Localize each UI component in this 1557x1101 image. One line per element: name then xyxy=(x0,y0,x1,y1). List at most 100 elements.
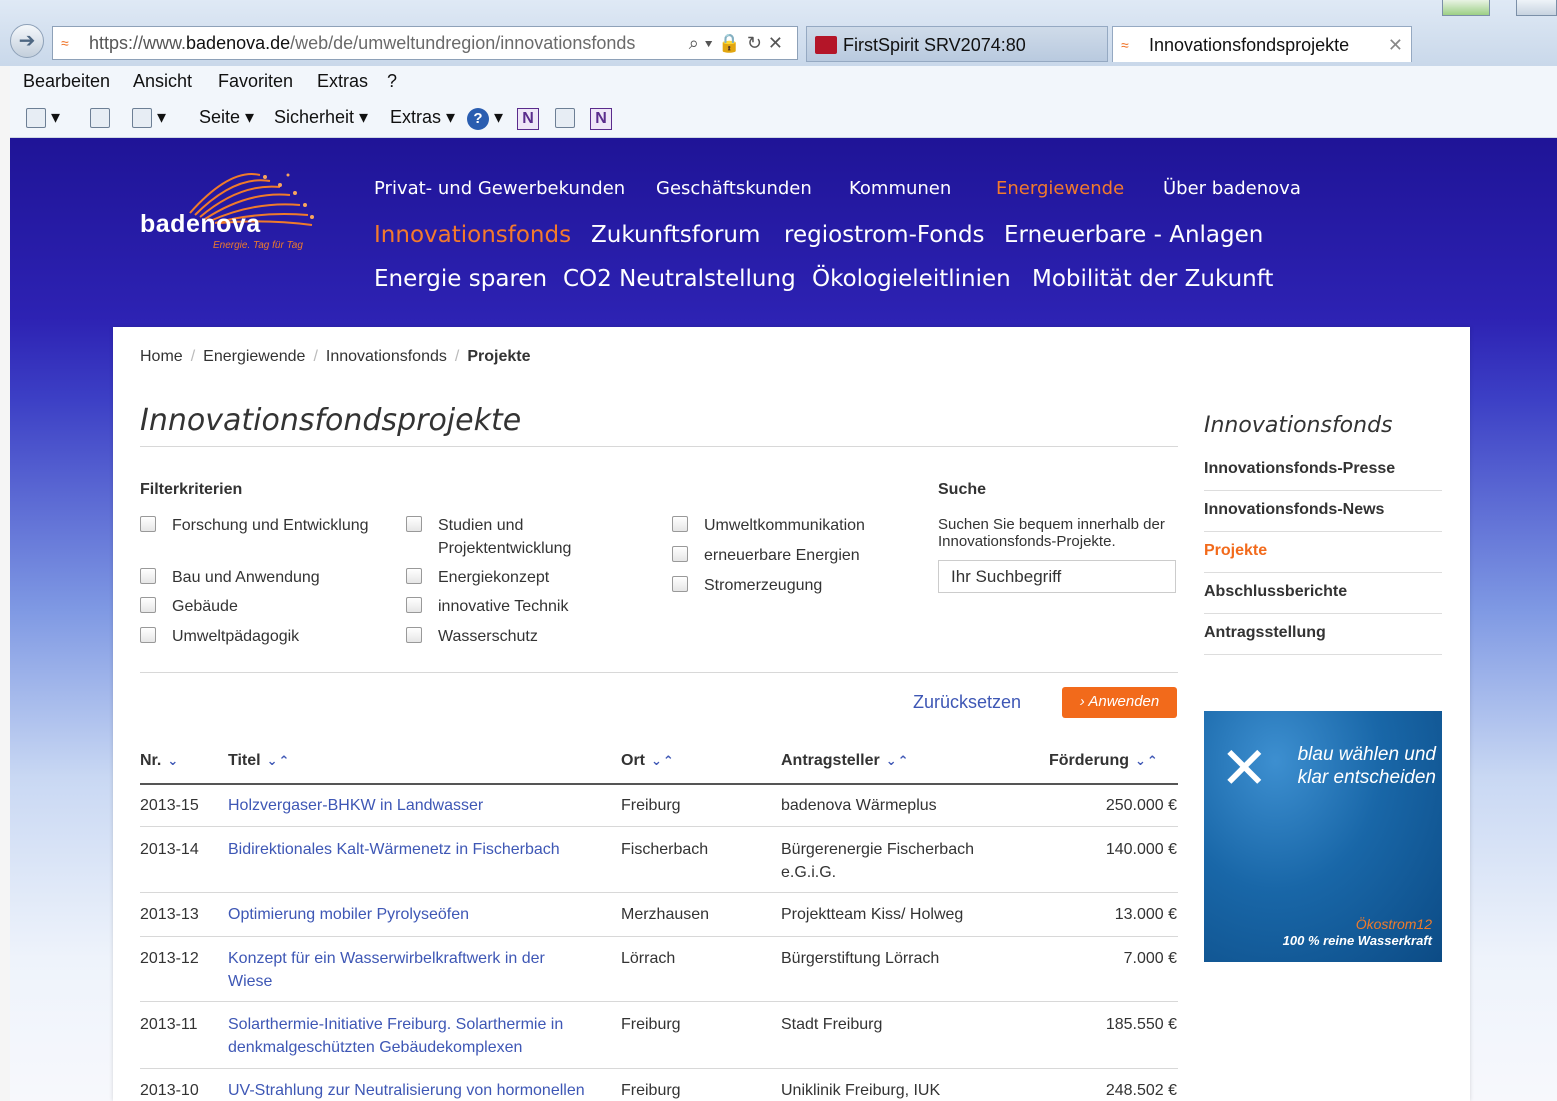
filter-checkbox[interactable] xyxy=(406,627,422,643)
filter-checkbox[interactable] xyxy=(672,546,688,562)
filter-checkbox[interactable] xyxy=(406,568,422,584)
cell-title-link[interactable]: Optimierung mobiler Pyrolyseöfen xyxy=(228,903,598,926)
nav-privat[interactable]: Privat- und Gewerbekunden xyxy=(374,178,625,199)
security-menu[interactable]: Sicherheit ▾ xyxy=(274,106,368,128)
breadcrumb: Home / Energiewende / Innovationsfonds / Proje… xyxy=(140,348,531,365)
reset-link[interactable]: Zurücksetzen xyxy=(913,692,1021,713)
nav-energiewende[interactable]: Energiewende xyxy=(996,178,1124,199)
tab-label: Innovationsfondsprojekte xyxy=(1149,35,1350,55)
filter-checkbox[interactable] xyxy=(140,597,156,613)
menu-extras[interactable]: Extras xyxy=(317,66,368,96)
row-divider xyxy=(140,1001,1178,1002)
cell-title-link[interactable]: Solarthermie-Initiative Freiburg. Solart… xyxy=(228,1013,598,1059)
subnav-energie-sparen[interactable]: Energie sparen xyxy=(374,266,547,292)
cell-place: Freiburg xyxy=(621,1016,681,1033)
filter-label: innovative Technik xyxy=(438,598,569,615)
subnav-co2-neutralstellung[interactable]: CO2 Neutralstellung xyxy=(563,266,796,292)
cell-title-link[interactable]: UV-Strahlung zur Neutralisierung von hor… xyxy=(228,1079,613,1101)
back-button[interactable]: ➔ xyxy=(10,24,44,58)
oekostrom-ad-banner[interactable]: ✕ blau wählen und klar entscheiden Ökost… xyxy=(1204,711,1442,962)
mail-icon[interactable] xyxy=(90,106,110,129)
filter-label: Stromerzeugung xyxy=(704,577,823,594)
breadcrumb-innovationsfonds[interactable]: Innovationsfonds xyxy=(326,348,447,365)
menu-help[interactable]: ? xyxy=(387,66,397,96)
sort-icon: ⌄ xyxy=(167,753,180,768)
logo-text[interactable]: badenova xyxy=(140,210,261,239)
page-menu[interactable]: Seite ▾ xyxy=(199,106,254,128)
url-prefix: https://www. xyxy=(89,33,187,53)
nav-geschaeftskunden[interactable]: Geschäftskunden xyxy=(656,178,812,199)
cell-applicant: Bürgerenergie Fischerbach e.G.i.G. xyxy=(781,841,974,881)
sort-icon: ⌄⌃ xyxy=(885,753,910,768)
filter-label: Studien und Projektentwicklung xyxy=(438,517,572,557)
clip-icon[interactable] xyxy=(555,106,575,129)
filter-checkbox[interactable] xyxy=(140,627,156,643)
onenote-send-icon[interactable]: N xyxy=(590,106,612,130)
extras-menu[interactable]: Extras ▾ xyxy=(390,106,455,128)
cell-nr: 2013-14 xyxy=(140,841,199,858)
subnav-erneuerbare-anlagen[interactable]: Erneuerbare - Anlagen xyxy=(1004,222,1263,248)
column-header-applicant[interactable]: Antragsteller ⌄⌃ xyxy=(781,752,910,770)
filter-checkbox[interactable] xyxy=(140,516,156,532)
column-header-nr[interactable]: Nr. ⌄ xyxy=(140,752,179,770)
filter-checkbox[interactable] xyxy=(406,516,422,532)
menu-bearbeiten[interactable]: Bearbeiten xyxy=(23,66,110,96)
sidebar-item-projekte[interactable]: Projekte xyxy=(1204,542,1442,573)
address-bar-icons[interactable]: ⌕▾🔒↻✕ xyxy=(682,27,789,59)
menu-ansicht[interactable]: Ansicht xyxy=(133,66,192,96)
rss-icon[interactable]: ▾ xyxy=(26,106,60,129)
column-header-title[interactable]: Titel ⌄⌃ xyxy=(228,752,290,770)
filter-checkbox[interactable] xyxy=(406,597,422,613)
search-input[interactable] xyxy=(938,560,1176,593)
subnav-oekologieleitlinien[interactable]: Ökologieleitlinien xyxy=(812,266,1011,292)
column-header-funding[interactable]: Förderung ⌄⌃ xyxy=(1049,752,1159,770)
sidebar-item-abschlussberichte[interactable]: Abschlussberichte xyxy=(1204,583,1442,614)
row-divider xyxy=(140,936,1178,937)
close-tab-icon[interactable]: ✕ xyxy=(1388,27,1403,63)
nav-ueber-badenova[interactable]: Über badenova xyxy=(1163,178,1301,199)
filter-label: Forschung und Entwicklung xyxy=(172,517,369,534)
search-description: Suchen Sie bequem innerhalb der Innovati… xyxy=(938,516,1165,550)
help-icon[interactable]: ? ▾ xyxy=(467,106,503,130)
cell-title-link[interactable]: Holzvergaser-BHKW in Landwasser xyxy=(228,794,598,817)
cell-title-link[interactable]: Konzept für ein Wasserwirbelkraftwerk in… xyxy=(228,947,578,993)
subnav-regiostrom-fonds[interactable]: regiostrom-Fonds xyxy=(784,222,985,248)
cell-place: Lörrach xyxy=(621,950,676,967)
window-button[interactable] xyxy=(1516,0,1557,16)
sidebar-item-news[interactable]: Innovationsfonds-News xyxy=(1204,501,1442,532)
subnav-mobilitaet[interactable]: Mobilität der Zukunft xyxy=(1032,266,1273,292)
nav-kommunen[interactable]: Kommunen xyxy=(849,178,951,199)
filter-label: Umweltpädagogik xyxy=(172,628,300,645)
cell-applicant: Projektteam Kiss/ Holweg xyxy=(781,906,964,923)
breadcrumb-home[interactable]: Home xyxy=(140,348,183,365)
address-bar[interactable]: ≈ https://www.badenova.de/web/de/umweltu… xyxy=(52,26,798,60)
sidebar-item-antragsstellung[interactable]: Antragsstellung xyxy=(1204,624,1442,655)
row-divider xyxy=(140,892,1178,893)
filter-checkbox[interactable] xyxy=(672,516,688,532)
cell-applicant: Stadt Freiburg xyxy=(781,1016,883,1033)
filter-checkbox[interactable] xyxy=(140,568,156,584)
onenote-icon[interactable]: N xyxy=(517,106,539,130)
tab-innovationsfonds[interactable]: ≈ Innovationsfondsprojekte ✕ xyxy=(1112,26,1412,62)
ad-headline: blau wählen und klar entscheiden xyxy=(1297,744,1436,788)
table-header-divider xyxy=(140,783,1178,785)
search-heading: Suche xyxy=(938,481,987,498)
breadcrumb-energiewende[interactable]: Energiewende xyxy=(203,348,305,365)
apply-button[interactable]: › Anwenden xyxy=(1062,687,1177,718)
subnav-innovationsfonds[interactable]: Innovationsfonds xyxy=(374,222,571,248)
menu-favoriten[interactable]: Favoriten xyxy=(218,66,293,96)
command-bar: ▾ ▾ Seite ▾ Sicherheit ▾ Extras ▾ ? ▾ N … xyxy=(10,98,1557,138)
logo-slogan: Energie. Tag für Tag xyxy=(213,240,303,251)
print-icon[interactable]: ▾ xyxy=(132,106,166,129)
sidebar-item-presse[interactable]: Innovationsfonds-Presse xyxy=(1204,460,1442,491)
column-header-place[interactable]: Ort ⌄⌃ xyxy=(621,752,675,770)
filter-label: Wasserschutz xyxy=(438,628,538,645)
menu-bar: Bearbeiten Ansicht Favoriten Extras ? xyxy=(10,66,1557,98)
cell-title-link[interactable]: Bidirektionales Kalt-Wärmenetz in Fische… xyxy=(228,838,598,861)
window-button[interactable] xyxy=(1442,0,1490,16)
cell-applicant: badenova Wärmeplus xyxy=(781,797,937,814)
tab-firstspirit[interactable]: FirstSpirit SRV2074:80 xyxy=(806,26,1108,62)
cell-nr: 2013-13 xyxy=(140,906,199,923)
subnav-zukunftsforum[interactable]: Zukunftsforum xyxy=(591,222,760,248)
filter-checkbox[interactable] xyxy=(672,576,688,592)
